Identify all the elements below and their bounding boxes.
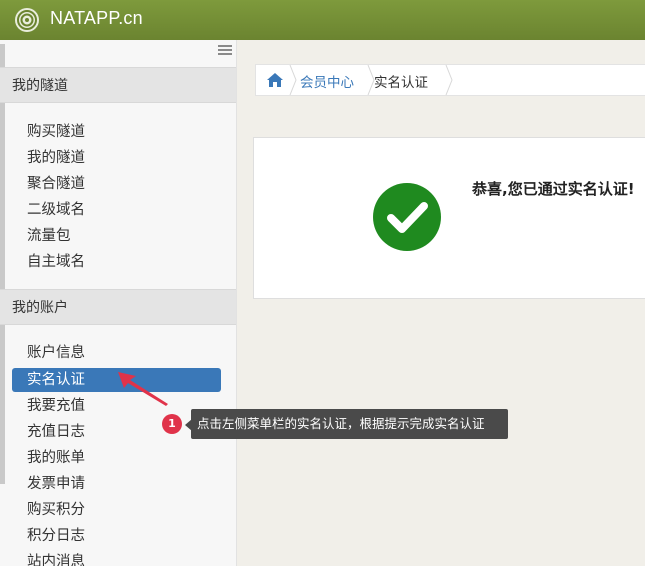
breadcrumb-current: 实名认证 [374, 75, 428, 91]
sidebar-item-aggregate-tunnels[interactable]: 聚合隧道 [12, 172, 221, 196]
sidebar-item-buy-tunnel[interactable]: 购买隧道 [12, 120, 221, 144]
instruction-tooltip: 点击左侧菜单栏的实名认证，根据提示完成实名认证 [191, 409, 508, 439]
main-content: 会员中心 实名认证 恭喜,您已通过实名认证! [237, 40, 645, 566]
sidebar: 我的隧道 购买隧道 我的隧道 聚合隧道 二级域名 流量包 自主域名 我的账户 账… [0, 40, 237, 566]
annotation-arrow-icon [118, 372, 168, 406]
sidebar-item-points-log[interactable]: 积分日志 [12, 524, 221, 548]
sidebar-item-invoice[interactable]: 发票申请 [12, 472, 221, 496]
breadcrumb-separator [445, 65, 453, 95]
verification-status-card: 恭喜,您已通过实名认证! [253, 137, 645, 299]
breadcrumb-link-member-center[interactable]: 会员中心 [300, 71, 354, 91]
sidebar-item-messages[interactable]: 站内消息 [12, 550, 221, 566]
top-bar: NATAPP.cn [0, 0, 645, 40]
menu-collapse-icon[interactable] [218, 45, 232, 55]
sidebar-item-buy-points[interactable]: 购买积分 [12, 498, 221, 522]
home-icon[interactable] [266, 72, 284, 88]
sidebar-item-account-info[interactable]: 账户信息 [12, 341, 221, 365]
sidebar-item-custom-domain[interactable]: 自主域名 [12, 250, 221, 274]
success-message: 恭喜,您已通过实名认证! [472, 180, 635, 198]
sidebar-scroll-edge [0, 44, 5, 484]
spiral-logo-icon[interactable] [14, 7, 40, 33]
check-circle-icon [373, 183, 441, 251]
breadcrumb-separator [289, 65, 297, 95]
breadcrumb: 会员中心 实名认证 [255, 64, 645, 96]
brand-name[interactable]: NATAPP.cn [50, 8, 143, 29]
step-number-badge: 1 [162, 414, 182, 434]
sidebar-section-account[interactable]: 我的账户 [0, 289, 236, 325]
sidebar-item-subdomain[interactable]: 二级域名 [12, 198, 221, 222]
sidebar-section-tunnels[interactable]: 我的隧道 [0, 67, 236, 103]
sidebar-item-my-bills[interactable]: 我的账单 [12, 446, 221, 470]
sidebar-item-traffic-pack[interactable]: 流量包 [12, 224, 221, 248]
sidebar-item-my-tunnels[interactable]: 我的隧道 [12, 146, 221, 170]
